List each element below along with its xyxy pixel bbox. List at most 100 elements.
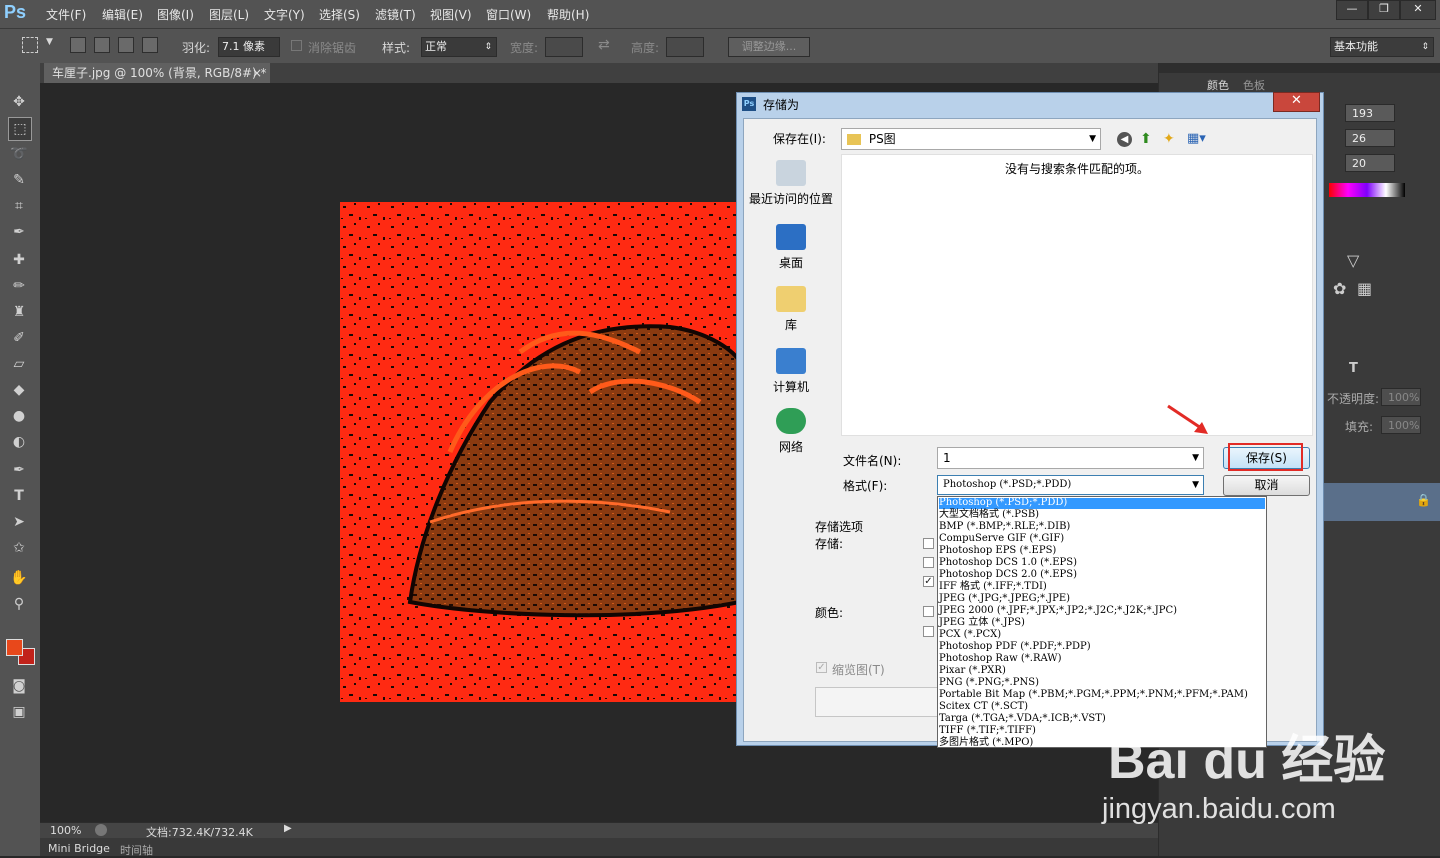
format-select[interactable]: Photoshop (*.PSD;*.PDD) ▼ <box>937 475 1204 495</box>
color-ramp[interactable] <box>1329 183 1405 197</box>
layer-row-background[interactable]: 🔒 <box>1319 483 1440 521</box>
format-option[interactable]: JPEG 立体 (*.JPS) <box>939 617 1025 629</box>
document-image[interactable] <box>340 202 740 702</box>
format-option[interactable]: Photoshop DCS 2.0 (*.EPS) <box>939 569 1077 581</box>
save-option-checkbox-1[interactable] <box>923 538 934 549</box>
place-recent[interactable]: 最近访问的位置 <box>745 160 837 207</box>
fill-input[interactable]: 100% <box>1381 416 1421 434</box>
tab-mini-bridge[interactable]: Mini Bridge <box>48 842 110 855</box>
zoom-tool-icon[interactable]: ⚲ <box>8 593 30 615</box>
type-tool-icon[interactable]: T <box>8 485 30 507</box>
format-option[interactable]: Photoshop DCS 1.0 (*.EPS) <box>939 557 1077 569</box>
format-option[interactable]: JPEG (*.JPG;*.JPEG;*.JPE) <box>939 593 1070 605</box>
color-option-checkbox-2[interactable] <box>923 626 934 637</box>
up-folder-icon[interactable]: ⬆ <box>1140 131 1152 147</box>
format-option[interactable]: TIFF (*.TIF;*.TIFF) <box>939 725 1036 737</box>
menu-filter[interactable]: 滤镜(T) <box>375 6 416 23</box>
place-library[interactable]: 库 <box>745 286 837 333</box>
place-computer[interactable]: 计算机 <box>745 348 837 395</box>
lasso-tool-icon[interactable]: ➰ <box>8 143 30 165</box>
screen-mode-icon[interactable]: ▣ <box>8 701 30 723</box>
format-option[interactable]: Scitex CT (*.SCT) <box>939 701 1028 713</box>
zoom-level[interactable]: 100% <box>50 824 81 837</box>
format-option[interactable]: Targa (*.TGA;*.VDA;*.ICB;*.VST) <box>939 713 1106 725</box>
opacity-input[interactable]: 100% <box>1381 388 1421 406</box>
save-option-checkbox-2[interactable] <box>923 557 934 568</box>
pen-tool-icon[interactable]: ✒ <box>8 459 30 481</box>
marquee-tool-icon[interactable] <box>22 37 38 53</box>
history-brush-tool-icon[interactable]: ✐ <box>8 327 30 349</box>
new-folder-icon[interactable]: ✦ <box>1163 131 1175 147</box>
format-option[interactable]: CompuServe GIF (*.GIF) <box>939 533 1064 545</box>
color-lookup-icon[interactable]: ▦ <box>1357 279 1372 298</box>
menu-layer[interactable]: 图层(L) <box>209 6 249 23</box>
green-value[interactable]: 26 <box>1345 129 1395 147</box>
intersect-selection-icon[interactable] <box>142 37 158 53</box>
save-in-select[interactable]: PS图 ▼ <box>841 128 1101 150</box>
back-icon[interactable]: ◀ <box>1117 132 1132 147</box>
save-option-checkbox-3[interactable]: ✓ <box>923 576 934 587</box>
swap-icon[interactable]: ⇄ <box>598 37 610 53</box>
move-tool-icon[interactable]: ✥ <box>8 91 30 113</box>
menu-type[interactable]: 文字(Y) <box>264 6 305 23</box>
menu-window[interactable]: 窗口(W) <box>486 6 531 23</box>
feather-input[interactable]: 7.1 像素 <box>218 37 280 57</box>
menu-edit[interactable]: 编辑(E) <box>102 6 143 23</box>
width-input[interactable] <box>545 37 583 57</box>
panel-collapse-bar[interactable] <box>1159 63 1440 73</box>
format-option[interactable]: Photoshop PDF (*.PDF;*.PDP) <box>939 641 1091 653</box>
subtract-selection-icon[interactable] <box>118 37 134 53</box>
type-filter-icon[interactable]: T <box>1349 361 1358 376</box>
minimize-button[interactable]: — <box>1336 0 1368 20</box>
eyedropper-tool-icon[interactable]: ✒ <box>8 221 30 243</box>
file-list[interactable]: 没有与搜索条件匹配的项。 <box>841 154 1313 436</box>
chevron-down-icon[interactable]: ▼ <box>46 37 53 47</box>
add-selection-icon[interactable] <box>94 37 110 53</box>
format-option[interactable]: Pixar (*.PXR) <box>939 665 1006 677</box>
adjustment-icon[interactable]: ▽ <box>1347 251 1359 270</box>
style-select[interactable]: 正常 ⇕ <box>421 37 497 57</box>
filename-input[interactable]: 1 ▼ <box>937 447 1204 469</box>
format-option[interactable]: 多图片格式 (*.MPO) <box>939 737 1033 749</box>
close-app-button[interactable]: ✕ <box>1400 0 1436 20</box>
menu-file[interactable]: 文件(F) <box>46 6 86 23</box>
place-network[interactable]: 网络 <box>745 408 837 455</box>
healing-brush-tool-icon[interactable]: ✚ <box>8 249 30 271</box>
view-menu-icon[interactable]: ▦▾ <box>1187 131 1206 146</box>
format-option[interactable]: 大型文档格式 (*.PSB) <box>939 509 1039 521</box>
tab-swatches[interactable]: 色板 <box>1243 77 1265 93</box>
blue-value[interactable]: 20 <box>1345 154 1395 172</box>
brush-tool-icon[interactable]: ✏ <box>8 275 30 297</box>
workspace-select[interactable]: 基本功能 ⇕ <box>1330 37 1434 57</box>
format-option[interactable]: Photoshop EPS (*.EPS) <box>939 545 1056 557</box>
format-option[interactable]: IFF 格式 (*.IFF;*.TDI) <box>939 581 1047 593</box>
menu-image[interactable]: 图像(I) <box>157 6 194 23</box>
format-option[interactable]: Photoshop (*.PSD;*.PDD) <box>939 497 1067 509</box>
restore-button[interactable]: ❐ <box>1368 0 1400 20</box>
paint-bucket-tool-icon[interactable]: ◆ <box>8 379 30 401</box>
crop-tool-icon[interactable]: ⌗ <box>8 195 30 217</box>
format-option[interactable]: PNG (*.PNG;*.PNS) <box>939 677 1039 689</box>
height-input[interactable] <box>666 37 704 57</box>
format-option[interactable]: PCX (*.PCX) <box>939 629 1001 641</box>
place-desktop[interactable]: 桌面 <box>745 224 837 271</box>
refine-edge-button[interactable]: 调整边缘... <box>728 37 810 57</box>
path-select-tool-icon[interactable]: ➤ <box>8 511 30 533</box>
quick-select-tool-icon[interactable]: ✎ <box>8 169 30 191</box>
foreground-color-swatch[interactable] <box>6 639 23 656</box>
clone-stamp-tool-icon[interactable]: ♜ <box>8 301 30 323</box>
cancel-button[interactable]: 取消 <box>1223 475 1310 496</box>
status-icon[interactable] <box>95 824 107 836</box>
tab-close-icon[interactable]: × <box>252 63 262 83</box>
rect-marquee-tool-icon[interactable]: ⬚ <box>8 117 32 141</box>
menu-help[interactable]: 帮助(H) <box>547 6 589 23</box>
status-arrow-icon[interactable]: ▶ <box>284 823 292 834</box>
red-value[interactable]: 193 <box>1345 104 1395 122</box>
menu-select[interactable]: 选择(S) <box>319 6 360 23</box>
dodge-tool-icon[interactable]: ◐ <box>8 431 30 453</box>
menu-view[interactable]: 视图(V) <box>430 6 472 23</box>
color-option-checkbox-1[interactable] <box>923 606 934 617</box>
blur-tool-icon[interactable]: ● <box>8 405 30 427</box>
format-option[interactable]: BMP (*.BMP;*.RLE;*.DIB) <box>939 521 1070 533</box>
document-tab[interactable]: 车厘子.jpg @ 100% (背景, RGB/8#) * × <box>44 63 270 83</box>
